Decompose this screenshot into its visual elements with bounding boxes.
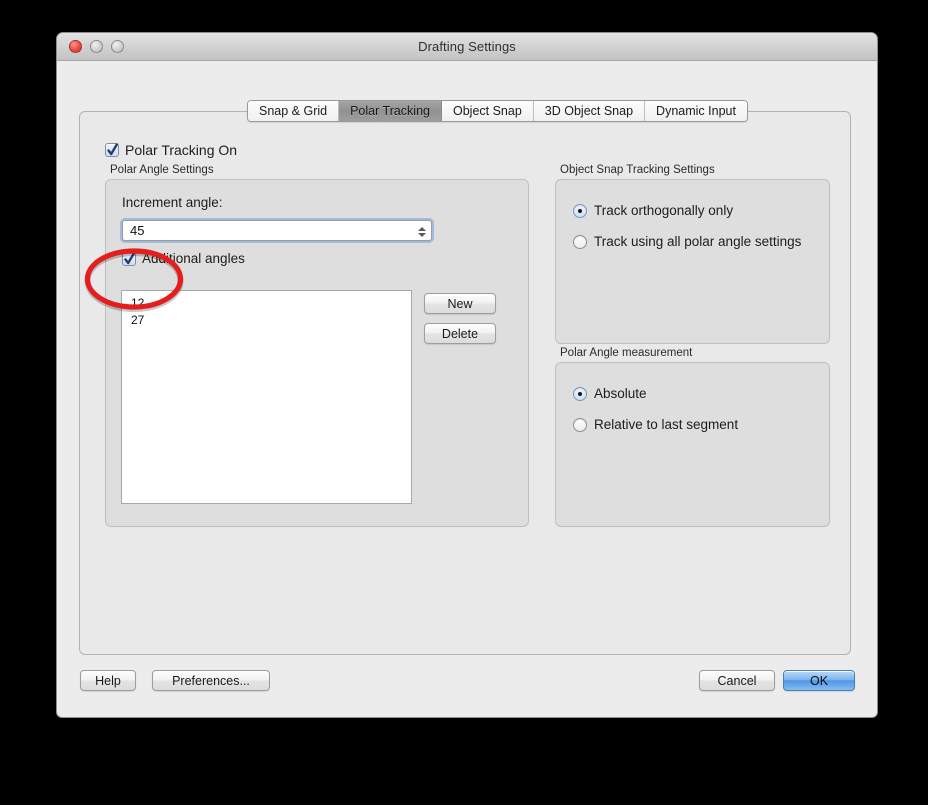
radio-absolute[interactable]: Absolute [573,386,647,401]
polar-angle-settings-box: Increment angle: 45 Additional angles 12… [105,179,529,527]
list-item[interactable]: 27 [122,312,411,329]
tab-content-panel: Polar Tracking On Polar Angle Settings I… [79,111,851,655]
increment-angle-stepper[interactable] [416,223,427,240]
new-button[interactable]: New [424,293,496,314]
increment-angle-value: 45 [130,223,145,238]
polar-angle-measurement-label: Polar Angle measurement [560,347,693,359]
polar-angle-settings-label: Polar Angle Settings [110,164,214,176]
title-bar: Drafting Settings [57,33,877,61]
stepper-down-icon[interactable] [417,232,426,237]
radio-relative-to-last-segment[interactable]: Relative to last segment [573,417,738,432]
radio-dot-icon [573,203,587,218]
polar-tracking-on-label: Polar Tracking On [125,142,238,158]
checkmark-icon [107,143,118,156]
ok-button[interactable]: OK [783,670,855,691]
radio-dot-icon [573,417,587,432]
increment-angle-label: Increment angle: [122,195,223,210]
preferences-button[interactable]: Preferences... [152,670,270,691]
tab-3d-object-snap[interactable]: 3D Object Snap [533,101,646,121]
radio-label: Absolute [594,386,647,401]
dialog-body: Snap & Grid Polar Tracking Object Snap 3… [57,61,877,717]
polar-angle-settings-group: Polar Angle Settings Increment angle: 45 [105,164,529,527]
dialog-button-bar: Help Preferences... Cancel OK [57,658,877,717]
drafting-settings-window: Drafting Settings Snap & Grid Polar Trac… [56,32,878,718]
additional-angles-checkbox[interactable]: Additional angles [122,251,245,266]
list-item[interactable]: 12 [122,295,411,312]
radio-dot-icon [573,386,587,401]
radio-label: Track using all polar angle settings [594,234,802,249]
tab-polar-tracking[interactable]: Polar Tracking [339,101,442,121]
object-snap-tracking-settings-group: Object Snap Tracking Settings Track orth… [555,164,830,344]
increment-angle-combobox[interactable]: 45 [122,220,432,241]
window-title: Drafting Settings [418,39,516,54]
checkmark-icon [124,251,135,264]
cancel-button[interactable]: Cancel [699,670,775,691]
help-button[interactable]: Help [80,670,136,691]
tab-snap-and-grid[interactable]: Snap & Grid [248,101,340,121]
radio-track-using-all-polar-angle-settings[interactable]: Track using all polar angle settings [573,234,801,249]
additional-angles-listbox[interactable]: 12 27 [121,290,412,504]
checkbox-box [122,251,136,266]
radio-dot-icon [573,234,587,249]
radio-label: Track orthogonally only [594,203,734,218]
object-snap-tracking-settings-label: Object Snap Tracking Settings [560,164,715,176]
additional-angles-label: Additional angles [142,251,245,266]
polar-tracking-on-checkbox[interactable]: Polar Tracking On [105,142,237,158]
tab-dynamic-input[interactable]: Dynamic Input [645,101,747,121]
object-snap-tracking-settings-box: Track orthogonally only Track using all … [555,179,830,344]
tab-object-snap[interactable]: Object Snap [442,101,534,121]
delete-button[interactable]: Delete [424,323,496,344]
polar-angle-measurement-box: Absolute Relative to last segment [555,362,830,527]
tab-bar: Snap & Grid Polar Tracking Object Snap 3… [247,100,748,122]
polar-angle-measurement-group: Polar Angle measurement Absolute Relativ… [555,347,830,527]
radio-track-orthogonally-only[interactable]: Track orthogonally only [573,203,733,218]
checkbox-box [105,143,119,157]
stepper-up-icon[interactable] [417,226,426,231]
radio-label: Relative to last segment [594,417,739,432]
